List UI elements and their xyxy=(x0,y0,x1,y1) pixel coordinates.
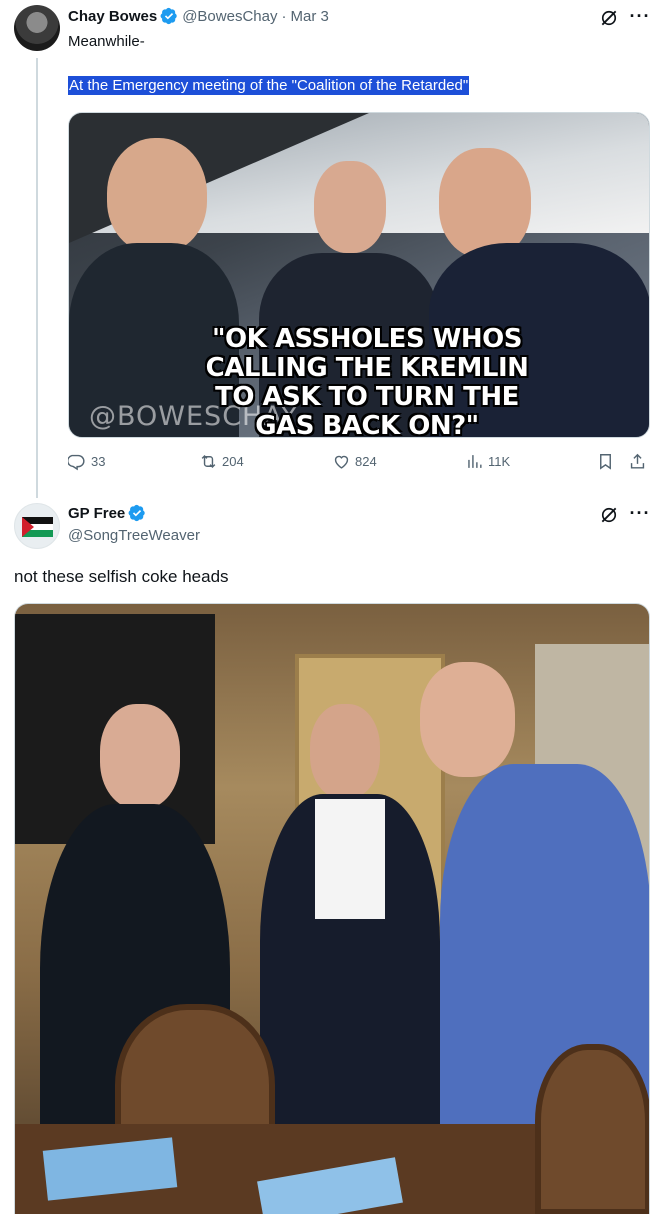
verified-badge-icon xyxy=(128,504,145,522)
repost-count: 204 xyxy=(222,454,244,469)
author-handle[interactable]: @SongTreeWeaver xyxy=(68,527,200,544)
reply-icon xyxy=(68,454,85,471)
tweet-date[interactable]: Mar 3 xyxy=(290,8,328,25)
repost-button[interactable]: 204 xyxy=(199,452,244,471)
palestine-flag-icon xyxy=(22,517,53,538)
tweet2-text: not these selfish coke heads xyxy=(14,567,229,586)
image-person-right-head xyxy=(439,148,531,258)
tweet2-media-image[interactable] xyxy=(14,603,650,1214)
meme-caption: "OK ASSHOLES WHOS CALLING THE KREMLIN TO… xyxy=(205,324,529,438)
author-handle[interactable]: @BowesChay xyxy=(182,8,277,25)
more-icon[interactable]: ··· xyxy=(626,501,654,525)
image-person-middle-shirt xyxy=(315,799,385,919)
image-person-right-head xyxy=(420,662,515,777)
reply-button[interactable]: 33 xyxy=(68,452,105,471)
avatar-gp-free[interactable] xyxy=(14,503,60,549)
image-person-middle-head xyxy=(314,161,386,253)
grok-icon-glyph xyxy=(601,10,617,26)
like-button[interactable]: 824 xyxy=(332,452,377,471)
repost-icon xyxy=(201,454,216,469)
tweet1-header: Chay Bowes @BowesChay · Mar 3 xyxy=(68,7,329,25)
flag-triangle xyxy=(22,517,34,537)
bookmark-icon xyxy=(600,454,611,470)
more-icon[interactable]: ··· xyxy=(626,4,654,28)
share-button[interactable] xyxy=(628,452,651,471)
grok-icon[interactable] xyxy=(596,503,622,527)
author-name[interactable]: GP Free xyxy=(68,505,125,522)
tweet2-header: GP Free xyxy=(68,504,150,522)
grok-icon[interactable] xyxy=(596,6,622,30)
tweet1-media-image[interactable]: @BOWESCHAY "OK ASSHOLES WHOS CALLING THE… xyxy=(68,112,650,438)
tweet1-action-bar: 33 204 824 11K xyxy=(68,452,652,476)
views-button[interactable]: 11K xyxy=(465,452,510,471)
image-person-middle-head xyxy=(310,704,380,799)
reply-count: 33 xyxy=(91,454,106,469)
grok-icon-glyph xyxy=(601,507,617,523)
like-icon xyxy=(334,455,349,469)
image-chair-right xyxy=(535,1044,649,1214)
selected-text: At the Emergency meeting of the "Coaliti… xyxy=(68,76,470,95)
bookmark-button[interactable] xyxy=(596,452,619,471)
views-count: 11K xyxy=(488,454,511,469)
avatar-chay-bowes[interactable] xyxy=(14,5,60,51)
share-icon xyxy=(630,453,645,469)
like-count: 824 xyxy=(355,454,377,469)
verified-badge-icon xyxy=(160,7,177,25)
image-person-left-head xyxy=(100,704,180,809)
views-icon xyxy=(468,455,482,468)
header-separator: · xyxy=(281,7,287,25)
thread-connector-line xyxy=(36,58,38,498)
author-name[interactable]: Chay Bowes xyxy=(68,8,157,25)
image-person-left-head xyxy=(107,138,207,253)
tweet1-highlighted-text: At the Emergency meeting of the "Coaliti… xyxy=(68,76,470,95)
tweet1-text: Meanwhile- xyxy=(68,33,145,50)
